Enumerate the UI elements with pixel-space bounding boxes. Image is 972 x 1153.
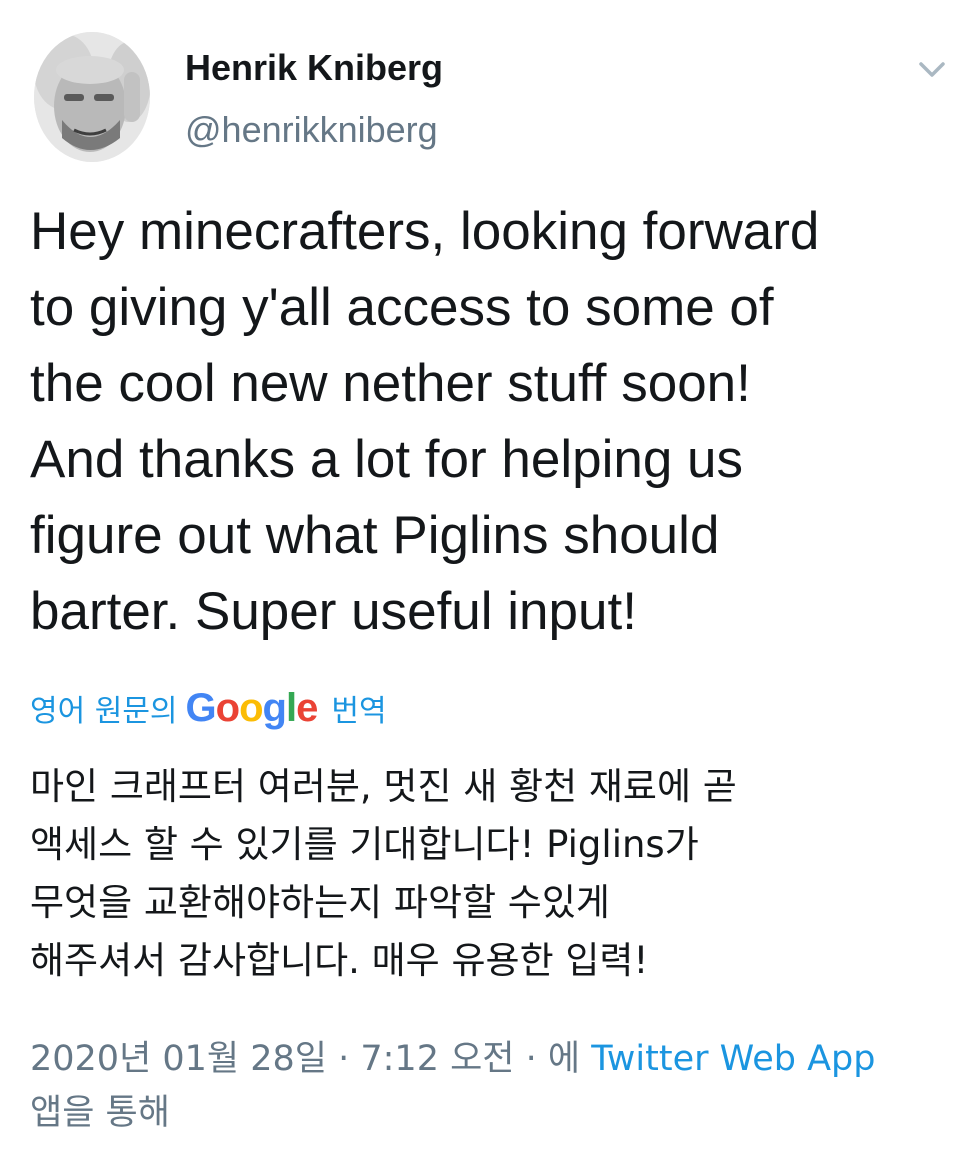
translate-prefix: 영어 원문의 [30,694,178,729]
translated-text-line: 액세스 할 수 있기를 기대합니다! Piglins가 [30,823,699,866]
tweet-card: Henrik Kniberg @henrikkniberg Hey minecr… [0,0,972,1153]
tweet-text-line: the cool new nether stuff soon! [30,354,751,413]
tweet-meta: 2020년 01월 28일 · 7:12 오전 · 에 Twitter Web … [30,1032,955,1140]
translated-text-line: 무엇을 교환해야하는지 파악할 수있게 [30,881,610,924]
chevron-down-icon[interactable] [912,52,952,86]
tweet-text-line: And thanks a lot for helping us [30,430,744,489]
tweet-text-line: figure out what Piglins should [30,506,720,565]
source-app-link[interactable]: Twitter Web App [591,1039,875,1079]
tweet-text-line: to giving y'all access to some of [30,278,774,337]
avatar[interactable] [34,32,150,162]
google-logo: Google [185,686,319,730]
author-name[interactable]: Henrik Kniberg [185,44,443,92]
meta-via: 앱을 통해 [30,1093,170,1133]
avatar-photo [34,32,150,162]
tweet-text-line: barter. Super useful input! [30,582,637,641]
tweet-text-line: Hey minecrafters, looking forward [30,202,820,261]
timestamp[interactable]: 2020년 01월 28일 · 7:12 오전 · 에 [30,1039,580,1079]
translated-text-line: 해주셔서 감사합니다. 매우 유용한 입력! [30,939,649,982]
translate-link[interactable]: 영어 원문의 Google 번역 [30,683,387,733]
translate-suffix: 번역 [331,694,387,729]
translated-text: 마인 크래프터 여러분, 멋진 새 황천 재료에 곧 액세스 할 수 있기를 기… [30,758,955,990]
author-handle[interactable]: @henrikkniberg [185,106,438,154]
tweet-text: Hey minecrafters, looking forward to giv… [30,194,955,650]
meta-line: 2020년 01월 28일 · 7:12 오전 · 에 Twitter Web … [30,1032,955,1086]
translated-text-line: 마인 크래프터 여러분, 멋진 새 황천 재료에 곧 [30,765,737,808]
